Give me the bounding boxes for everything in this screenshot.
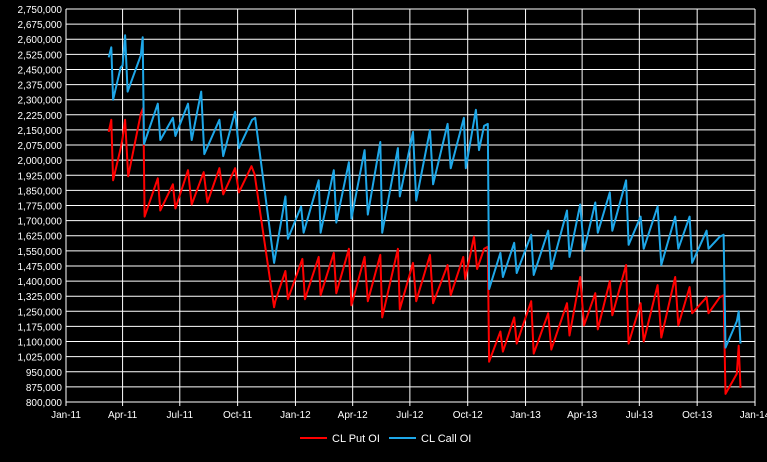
- x-tick-label: Jan-12: [280, 410, 311, 421]
- y-tick-label: 1,100,000: [18, 338, 63, 349]
- y-tick-label: 1,850,000: [18, 186, 63, 197]
- y-tick-label: 1,025,000: [18, 353, 63, 364]
- y-tick-label: 2,075,000: [18, 141, 63, 152]
- x-tick-label: Jan-13: [510, 410, 541, 421]
- y-tick-label: 2,750,000: [18, 5, 63, 16]
- legend-label-put: CL Put OI: [332, 433, 380, 445]
- y-tick-label: 1,175,000: [18, 322, 63, 333]
- y-tick-label: 800,000: [26, 398, 63, 409]
- y-tick-label: 1,400,000: [18, 277, 63, 288]
- y-tick-label: 2,000,000: [18, 156, 63, 167]
- x-tick-label: Jul-11: [167, 410, 194, 421]
- x-tick-label: Apr-11: [108, 410, 138, 421]
- x-tick-label: Oct-13: [682, 410, 712, 421]
- x-tick-label: Apr-13: [567, 410, 597, 421]
- x-tick-label: Oct-12: [453, 410, 483, 421]
- y-tick-label: 1,475,000: [18, 262, 63, 273]
- x-tick-label: Jul-13: [626, 410, 654, 421]
- y-tick-label: 2,150,000: [18, 126, 63, 137]
- y-tick-label: 2,225,000: [18, 111, 63, 122]
- x-tick-label: Oct-11: [223, 410, 253, 421]
- chart-container: 800,000 875,000 950,000 1,025,000 1,100,000 1…: [0, 0, 767, 457]
- y-tick-label: 1,775,000: [18, 202, 63, 213]
- oi-line-chart: 800,000 875,000 950,000 1,025,000 1,100,000 1…: [0, 0, 767, 457]
- y-tick-label: 1,550,000: [18, 247, 63, 258]
- y-tick-label: 1,925,000: [18, 171, 63, 182]
- legend-label-call: CL Call OI: [421, 433, 471, 445]
- y-tick-label: 2,300,000: [18, 96, 63, 107]
- y-tick-label: 1,325,000: [18, 292, 63, 303]
- y-tick-label: 2,525,000: [18, 50, 63, 61]
- y-axis-tick-labels: 800,000 875,000 950,000 1,025,000 1,100,000 1…: [18, 5, 63, 409]
- y-tick-label: 2,450,000: [18, 65, 63, 76]
- x-tick-label: Apr-12: [338, 410, 368, 421]
- y-tick-label: 1,700,000: [18, 217, 63, 228]
- y-tick-label: 2,675,000: [18, 20, 63, 31]
- x-tick-label: Jul-12: [396, 410, 424, 421]
- x-tick-label: Jan-14: [740, 410, 767, 421]
- y-tick-label: 2,375,000: [18, 81, 63, 92]
- x-tick-label: Jan-11: [51, 410, 81, 421]
- y-tick-label: 950,000: [26, 368, 63, 379]
- y-tick-label: 875,000: [26, 383, 63, 394]
- y-tick-label: 1,625,000: [18, 232, 63, 243]
- y-tick-label: 2,600,000: [18, 35, 63, 46]
- y-tick-label: 1,250,000: [18, 307, 63, 318]
